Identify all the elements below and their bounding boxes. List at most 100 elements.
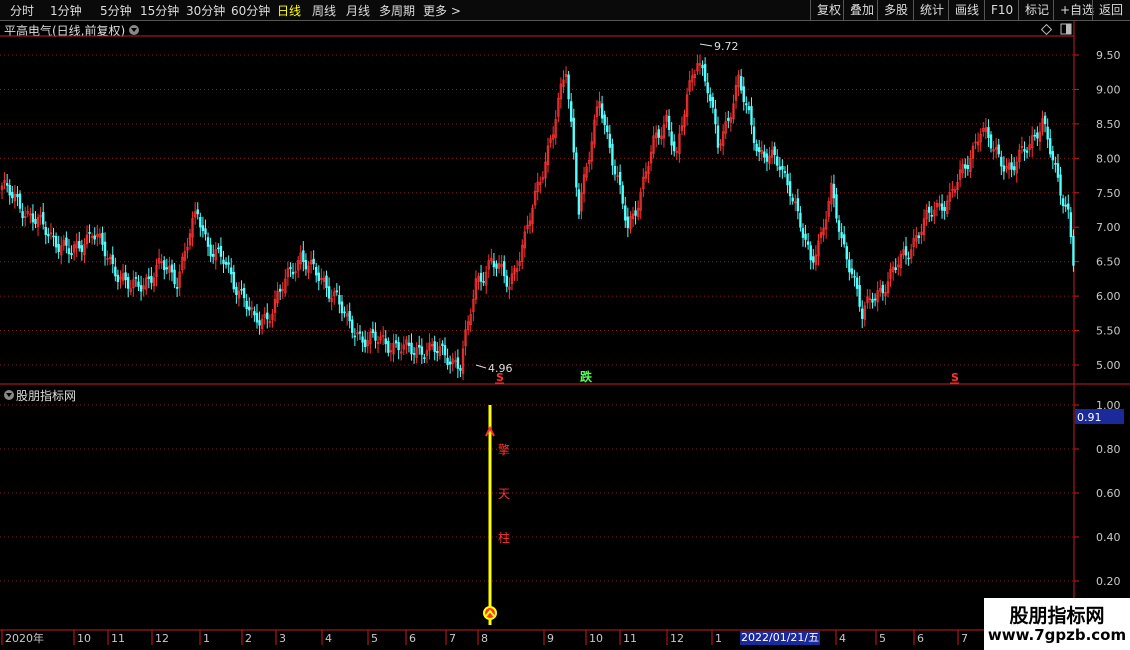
candle (13, 184, 17, 209)
candle (248, 297, 251, 316)
candle (1031, 126, 1034, 158)
panel-layout-icon[interactable] (1060, 23, 1072, 35)
candle (371, 321, 375, 338)
candle (554, 110, 557, 145)
candle (289, 262, 292, 278)
candle (662, 115, 666, 148)
candle (412, 346, 416, 364)
time-tick-label: 2 (245, 632, 252, 645)
candle (688, 70, 691, 96)
candle (464, 320, 467, 356)
signal-char-1: 擎 (498, 442, 510, 457)
indicator-axis-labels: 1.000.800.600.400.20 (1096, 399, 1121, 588)
candle (343, 306, 346, 318)
candle (296, 255, 300, 278)
candle (389, 342, 393, 361)
chart-canvas[interactable]: 9.50 9.00 8.50 8.00 7.50 7.00 6.50 6.00 5.50 5.00… (0, 0, 1130, 650)
candle (85, 225, 89, 249)
candle (575, 147, 578, 197)
candle (585, 162, 588, 182)
candle (322, 271, 326, 290)
candle (647, 161, 650, 184)
candle (235, 282, 238, 304)
candle (742, 77, 745, 111)
candle (83, 237, 86, 264)
candle (588, 151, 591, 173)
candle (1005, 158, 1008, 173)
candle (814, 245, 818, 271)
candle (513, 265, 516, 281)
candle (858, 275, 861, 312)
candle (291, 263, 295, 279)
candle (853, 269, 856, 287)
candle (428, 333, 431, 360)
time-tick-label: 1 (715, 632, 722, 645)
signal-mark-die: 跌 (580, 369, 593, 384)
diamond-icon[interactable] (1040, 23, 1053, 36)
time-tick-label: 12 (155, 632, 169, 645)
candle (837, 215, 841, 240)
candle (639, 187, 642, 220)
candle (1020, 136, 1024, 154)
candle (982, 122, 985, 137)
candle (673, 134, 676, 157)
candle (654, 125, 658, 148)
candle (649, 145, 653, 171)
time-axis: 2020年 10 11 12 1 2 3 4 5 6 7 8 9 10 11 12 1 4 5 6 7 (1, 630, 968, 645)
candle (541, 171, 545, 184)
candle (729, 112, 733, 132)
time-tick-label: 4 (839, 632, 846, 645)
candle (652, 126, 655, 159)
candle (613, 159, 617, 181)
price-tick-label: 9.00 (1096, 83, 1121, 96)
candle (964, 158, 967, 178)
candle (1043, 112, 1047, 133)
candle (747, 101, 751, 115)
candle (685, 87, 689, 126)
candle (889, 262, 892, 287)
candle (363, 330, 367, 353)
candle (935, 199, 939, 217)
candle (376, 335, 380, 353)
time-tick-label: 4 (325, 632, 332, 645)
candle (237, 282, 241, 307)
candle (809, 241, 812, 270)
candle (580, 183, 583, 220)
candle (745, 96, 748, 114)
candle (80, 239, 84, 261)
candle (209, 237, 212, 263)
candle (495, 260, 498, 277)
candle (356, 323, 359, 341)
candle (379, 331, 382, 344)
candle (405, 335, 408, 354)
candle (60, 236, 63, 265)
candle (773, 142, 776, 165)
candle (260, 314, 264, 335)
candle (132, 270, 135, 297)
candle (551, 126, 555, 149)
candle (582, 166, 586, 203)
candle (0, 182, 4, 199)
candle (315, 262, 318, 283)
candle (487, 254, 490, 278)
candle (510, 265, 514, 291)
candle (152, 272, 156, 293)
candle (119, 270, 122, 289)
candle (667, 109, 671, 137)
candle (824, 211, 828, 239)
candle (691, 68, 694, 91)
candle (490, 248, 493, 265)
candle (912, 229, 915, 257)
candle (358, 325, 362, 341)
price-tick-label: 7.00 (1096, 221, 1121, 234)
candle (776, 149, 779, 171)
candle (461, 340, 465, 381)
candle (974, 133, 977, 150)
candle (1067, 194, 1070, 219)
candle (526, 215, 529, 234)
candle (36, 213, 40, 237)
price-grid (0, 54, 1079, 366)
candle (134, 271, 138, 287)
candle (593, 114, 596, 149)
candle (230, 258, 233, 283)
